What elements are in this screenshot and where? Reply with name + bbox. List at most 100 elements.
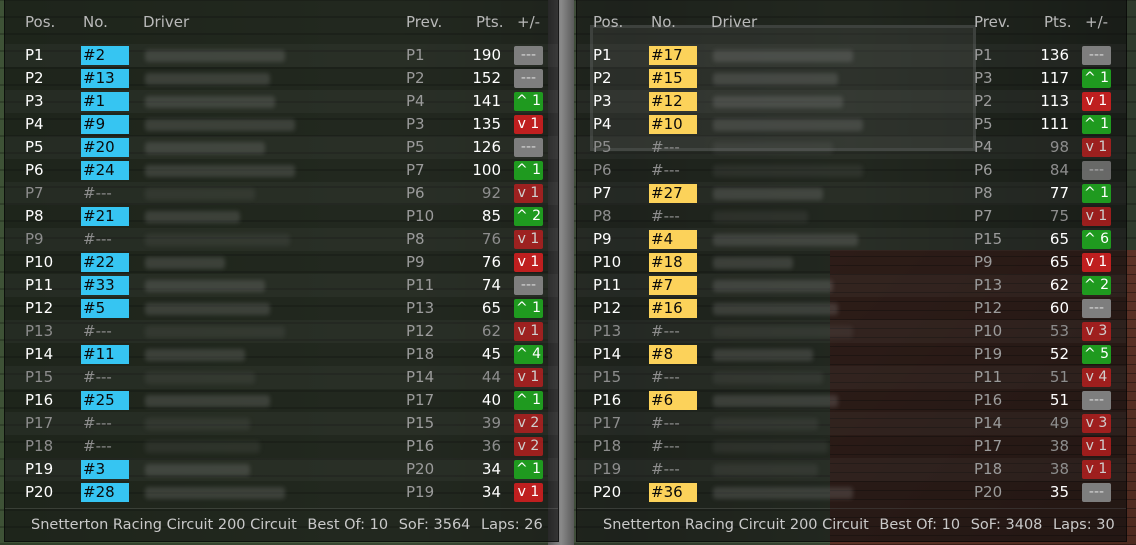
standings-row: P17 #--- P15 39 v 2	[5, 412, 558, 435]
points: 65	[1049, 253, 1069, 271]
driver-name-redacted	[145, 303, 270, 315]
position: P12	[593, 299, 622, 317]
position-change-badge: ^ 6	[1082, 230, 1111, 249]
previous-position: P10	[406, 207, 435, 225]
position: P15	[593, 368, 622, 386]
car-number: #---	[651, 161, 680, 179]
previous-position: P4	[974, 138, 993, 156]
header-pts: Pts.	[476, 13, 504, 31]
standings-row: P15 #--- P14 44 v 1	[5, 366, 558, 389]
car-number: #22	[81, 253, 129, 272]
previous-position: P8	[406, 230, 425, 248]
standings-row: P4 #9 P3 135 v 1	[5, 113, 558, 136]
header-delta: +/-	[1085, 13, 1109, 31]
car-number: #10	[649, 115, 697, 134]
previous-position: P3	[974, 69, 993, 87]
standings-row: P2 #13 P2 152 ---	[5, 67, 558, 90]
driver-name-redacted	[713, 73, 838, 85]
standings-row: P13 #--- P12 62 v 1	[5, 320, 558, 343]
position: P3	[25, 92, 44, 110]
position: P5	[25, 138, 44, 156]
standings-row: P1 #2 P1 190 ---	[5, 44, 558, 67]
position: P8	[25, 207, 44, 225]
points: 135	[472, 115, 501, 133]
position-change-badge: ^ 1	[1082, 115, 1111, 134]
previous-position: P12	[406, 322, 435, 340]
session-footer: Snetterton Racing Circuit 200 Circuit Be…	[577, 508, 1126, 541]
driver-name-redacted	[713, 280, 833, 292]
position-change-badge: v 1	[514, 253, 543, 272]
standings-row: P14 #11 P18 45 ^ 4	[5, 343, 558, 366]
previous-position: P1	[974, 46, 993, 64]
position-change-badge: v 1	[1082, 253, 1111, 272]
points: 62	[1049, 276, 1069, 294]
position: P16	[25, 391, 54, 409]
previous-position: P5	[974, 115, 993, 133]
standings-row: P17 #--- P14 49 v 3	[577, 412, 1126, 435]
position-change-badge: ---	[514, 138, 543, 157]
previous-position: P19	[974, 345, 1003, 363]
driver-name-redacted	[145, 234, 290, 246]
previous-position: P11	[974, 368, 1003, 386]
points: 75	[1049, 207, 1069, 225]
driver-name-redacted	[713, 326, 853, 338]
standings-panel-right: Pos. No. Driver Prev. Pts. +/- P1 #17 P1 13…	[576, 0, 1127, 542]
position-change-badge: ---	[514, 276, 543, 295]
driver-name-redacted	[145, 96, 275, 108]
standings-row: P19 #--- P18 38 v 1	[577, 458, 1126, 481]
position-change-badge: ^ 1	[514, 161, 543, 180]
previous-position: P9	[406, 253, 425, 271]
driver-name-redacted	[145, 372, 255, 384]
standings-row: P10 #18 P9 65 v 1	[577, 251, 1126, 274]
position: P17	[25, 414, 54, 432]
standings-row: P8 #21 P10 85 ^ 2	[5, 205, 558, 228]
points: 76	[481, 230, 501, 248]
car-number: #16	[649, 299, 697, 318]
points: 39	[481, 414, 501, 432]
header-prev: Prev.	[974, 13, 1011, 31]
previous-position: P8	[974, 184, 993, 202]
points: 38	[1049, 437, 1069, 455]
position-change-badge: ^ 1	[514, 391, 543, 410]
driver-name-redacted	[713, 96, 843, 108]
standings-row: P15 #--- P11 51 v 4	[577, 366, 1126, 389]
previous-position: P7	[406, 161, 425, 179]
position-change-badge: v 4	[1082, 368, 1111, 387]
car-number: #---	[651, 368, 680, 386]
driver-name-redacted	[145, 119, 295, 131]
points: 65	[1049, 230, 1069, 248]
driver-name-redacted	[713, 487, 853, 499]
position-change-badge: ^ 5	[1082, 345, 1111, 364]
position-change-badge: ^ 2	[1082, 276, 1111, 295]
driver-name-redacted	[145, 188, 255, 200]
position-change-badge: v 1	[514, 368, 543, 387]
standings-row: P9 #--- P8 76 v 1	[5, 228, 558, 251]
standings-row: P3 #12 P2 113 v 1	[577, 90, 1126, 113]
driver-name-redacted	[145, 441, 260, 453]
driver-name-redacted	[713, 50, 853, 62]
standings-panel-left: Pos. No. Driver Prev. Pts. +/- P1 #2 P1 190…	[4, 0, 559, 542]
car-number: #20	[81, 138, 129, 157]
header-no: No.	[651, 13, 676, 31]
car-number: #---	[83, 414, 112, 432]
car-number: #2	[81, 46, 129, 65]
previous-position: P13	[974, 276, 1003, 294]
position: P14	[593, 345, 622, 363]
position: P4	[25, 115, 44, 133]
position: P13	[593, 322, 622, 340]
previous-position: P1	[406, 46, 425, 64]
car-number: #---	[651, 207, 680, 225]
position-change-badge: v 3	[1082, 414, 1111, 433]
previous-position: P9	[974, 253, 993, 271]
points: 84	[1049, 161, 1069, 179]
points: 44	[481, 368, 501, 386]
position-change-badge: ^ 1	[514, 460, 543, 479]
position: P8	[593, 207, 612, 225]
points: 113	[1040, 92, 1069, 110]
previous-position: P12	[974, 299, 1003, 317]
car-number: #24	[81, 161, 129, 180]
position: P9	[25, 230, 44, 248]
previous-position: P14	[974, 414, 1003, 432]
position: P7	[593, 184, 612, 202]
position: P1	[25, 46, 44, 64]
